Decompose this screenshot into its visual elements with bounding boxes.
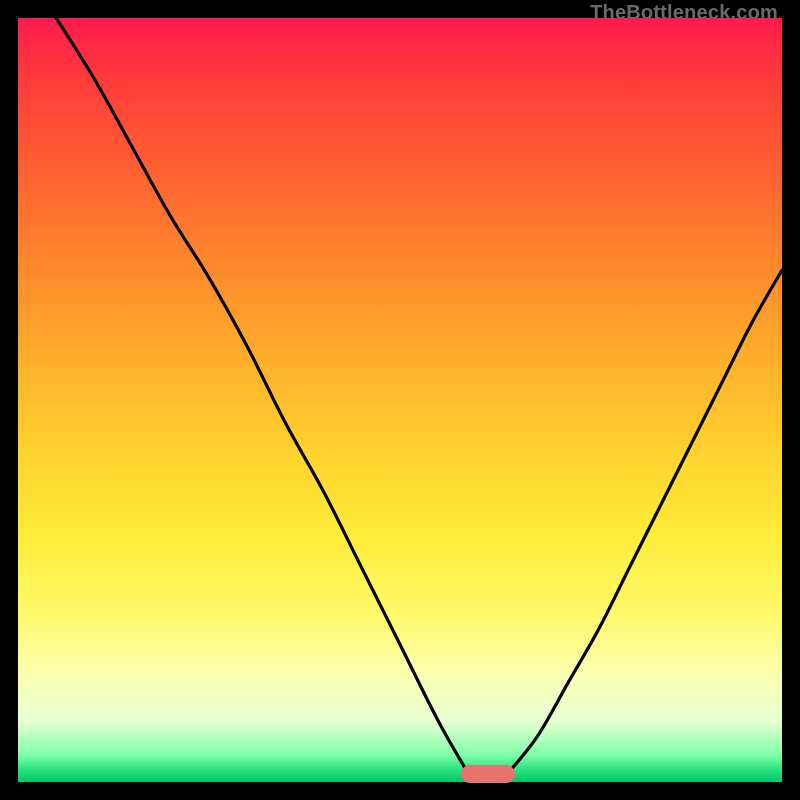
right-curve (507, 270, 782, 774)
left-curve (56, 18, 469, 774)
plot-area (18, 18, 782, 782)
outer-frame: TheBottleneck.com (0, 0, 800, 800)
bottleneck-marker (461, 765, 514, 783)
curve-svg (18, 18, 782, 782)
